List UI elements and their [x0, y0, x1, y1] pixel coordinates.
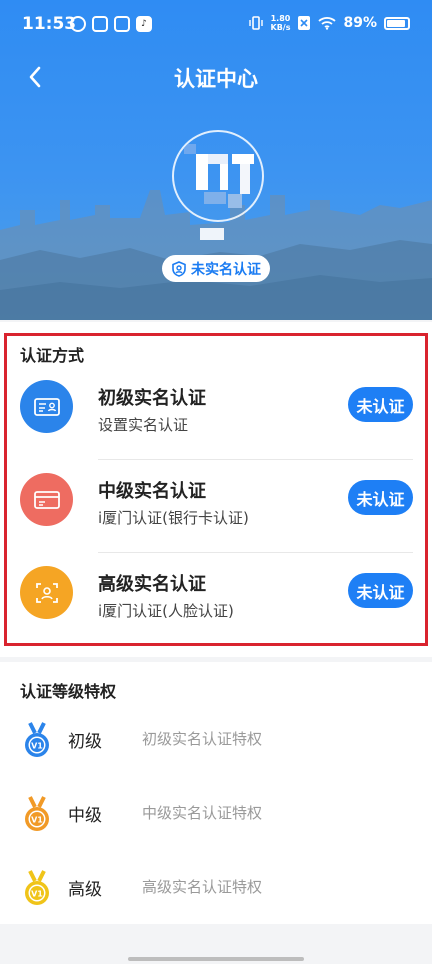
- privileges-section: 认证等级特权 V1 初级 初级实名认证特权 V1 中级 中级实名认证特权 V1 …: [0, 662, 432, 924]
- notification-icons: ♪: [70, 16, 152, 32]
- privilege-row-basic: V1 初级 初级实名认证特权: [0, 718, 432, 758]
- bank-card-icon: [20, 473, 73, 526]
- battery-percent: 89%: [343, 15, 377, 31]
- method-row-advanced[interactable]: 高级实名认证 i厦门认证(人脸认证) 未认证: [0, 544, 432, 636]
- gallery-icon: [114, 16, 130, 32]
- shield-user-icon: [172, 260, 186, 277]
- method-name: 高级实名认证: [98, 574, 206, 595]
- privilege-level: 初级: [68, 732, 102, 752]
- privilege-row-intermediate: V1 中级 中级实名认证特权: [0, 792, 432, 832]
- battery-icon: [384, 16, 410, 30]
- privilege-desc: 高级实名认证特权: [142, 878, 263, 896]
- medal-orange-icon: V1: [25, 796, 49, 831]
- id-card-icon: [20, 380, 73, 433]
- privilege-desc: 初级实名认证特权: [142, 730, 263, 748]
- sim-off-icon: [298, 16, 311, 30]
- privileges-section-title: 认证等级特权: [20, 682, 117, 701]
- privilege-desc: 中级实名认证特权: [142, 804, 263, 822]
- mail-icon: [92, 16, 108, 32]
- medal-text: V1: [31, 816, 43, 825]
- privilege-level: 高级: [68, 880, 102, 900]
- home-indicator[interactable]: [128, 957, 304, 961]
- method-row-basic[interactable]: 初级实名认证 设置实名认证 未认证: [0, 358, 432, 450]
- verify-basic-button[interactable]: 未认证: [348, 387, 413, 422]
- verify-advanced-button[interactable]: 未认证: [348, 573, 413, 608]
- medal-blue-icon: V1: [25, 722, 49, 757]
- username-blurred: [200, 228, 224, 240]
- method-name: 中级实名认证: [98, 481, 206, 502]
- wifi-icon: [318, 17, 337, 30]
- network-speed: 1.80 KB/s: [270, 14, 291, 32]
- status-badge: 未实名认证: [162, 255, 270, 282]
- medal-text: V1: [31, 890, 43, 899]
- medal-gold-icon: V1: [25, 870, 49, 905]
- status-badge-label: 未实名认证: [191, 261, 261, 278]
- status-bar: 11:53 ♪ 1.80 KB/s 89%: [0, 0, 432, 50]
- tiktok-icon: ♪: [136, 16, 152, 32]
- face-scan-icon: [20, 566, 73, 619]
- method-desc: 设置实名认证: [98, 416, 189, 434]
- method-desc: i厦门认证(人脸认证): [98, 602, 234, 620]
- page-title: 认证中心: [174, 67, 258, 91]
- avatar[interactable]: [172, 130, 264, 222]
- header-banner: 11:53 ♪ 1.80 KB/s 89% 认证中心 未实名认证: [0, 0, 432, 320]
- method-row-intermediate[interactable]: 中级实名认证 i厦门认证(银行卡认证) 未认证: [0, 451, 432, 543]
- status-time: 11:53: [22, 14, 77, 34]
- system-icons: 1.80 KB/s 89%: [248, 14, 410, 32]
- cloud-icon: [70, 16, 86, 32]
- verify-intermediate-button[interactable]: 未认证: [348, 480, 413, 515]
- method-desc: i厦门认证(银行卡认证): [98, 509, 249, 527]
- method-name: 初级实名认证: [98, 388, 206, 409]
- auth-methods-section: 认证方式 初级实名认证 设置实名认证 未认证 中级实名认证 i厦门认证(银行卡认…: [0, 322, 432, 657]
- privilege-row-advanced: V1 高级 高级实名认证特权: [0, 866, 432, 906]
- vibrate-icon: [248, 16, 263, 30]
- privilege-level: 中级: [68, 806, 102, 826]
- medal-text: V1: [31, 742, 43, 751]
